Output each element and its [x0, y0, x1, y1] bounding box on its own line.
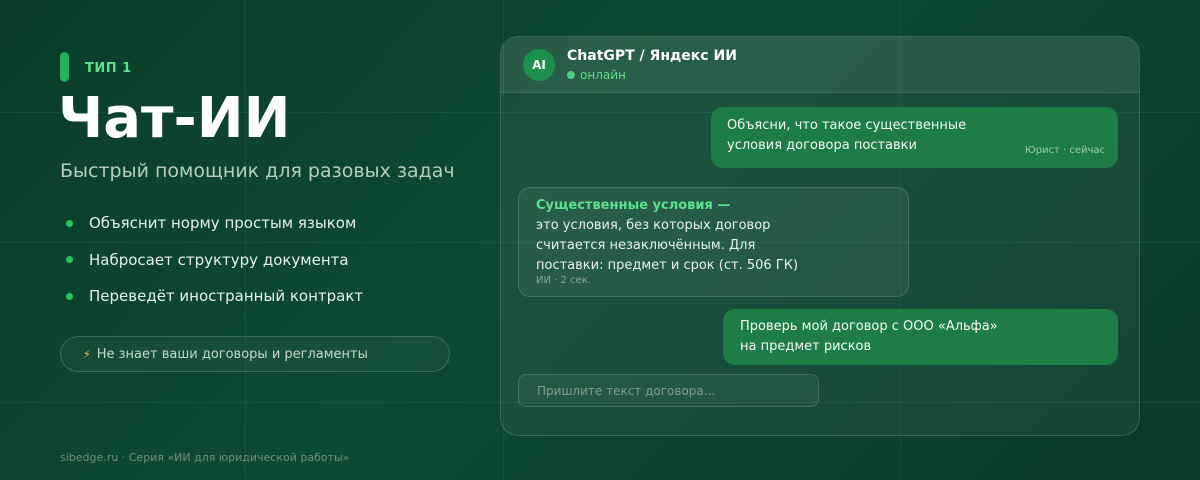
message-meta: Юрист · сейчас [1024, 145, 1105, 156]
message-meta: ИИ · 2 сек. [536, 275, 591, 286]
chat-title: ChatGPT / Яндекс ИИ [567, 48, 737, 64]
message-line: считается незаключённым. Для [536, 238, 756, 253]
bullet-dot-icon [66, 292, 73, 300]
message-heading: Существенные условия — [536, 198, 731, 213]
message-line: на предмет рисков [740, 339, 872, 354]
message-line: Проверь мой договор с ООО «Альфа» [740, 319, 998, 334]
online-dot-icon [567, 71, 575, 79]
avatar: AI [523, 49, 555, 81]
user-message: Объясни, что такое существенные условия … [711, 107, 1118, 168]
message-line: Объясни, что такое существенные [727, 118, 967, 133]
type-label: ТИП 1 [85, 61, 132, 76]
feature-item: Объяснит норму простым языком [66, 212, 363, 234]
page-title: Чат-ИИ [58, 86, 291, 151]
limitation-badge: ⚡ Не знает ваши договоры и регламенты [60, 336, 450, 372]
ai-message: Существенные условия — это условия, без … [518, 187, 909, 297]
message-input[interactable] [518, 374, 819, 407]
feature-text: Переведёт иностранный контракт [89, 287, 364, 305]
accent-bar [60, 52, 69, 82]
message-line: это условия, без которых договор [536, 218, 771, 233]
feature-text: Набросает структуру документа [89, 250, 349, 269]
feature-text: Объяснит норму простым языком [89, 214, 357, 232]
bullet-dot-icon [66, 219, 73, 227]
chat-window: AI ChatGPT / Яндекс ИИ онлайн Объясни, ч… [500, 36, 1140, 436]
page-subtitle: Быстрый помощник для разовых задач [60, 160, 455, 182]
feature-list: Объяснит норму простым языком Набросает … [66, 212, 363, 322]
status-text: онлайн [580, 68, 626, 82]
feature-item: Переведёт иностранный контракт [66, 285, 363, 307]
feature-item: Набросает структуру документа [66, 249, 363, 271]
status-indicator: онлайн [567, 68, 626, 82]
lightning-bolt-icon: ⚡ [83, 347, 91, 361]
limitation-text: Не знает ваши договоры и регламенты [96, 346, 368, 362]
bullet-dot-icon [66, 256, 73, 263]
user-message: Проверь мой договор с ООО «Альфа» на пре… [723, 309, 1118, 365]
chat-header: AI ChatGPT / Яндекс ИИ онлайн [501, 37, 1139, 93]
footer-text: sibedge.ru · Серия «ИИ для юридической р… [60, 451, 350, 464]
